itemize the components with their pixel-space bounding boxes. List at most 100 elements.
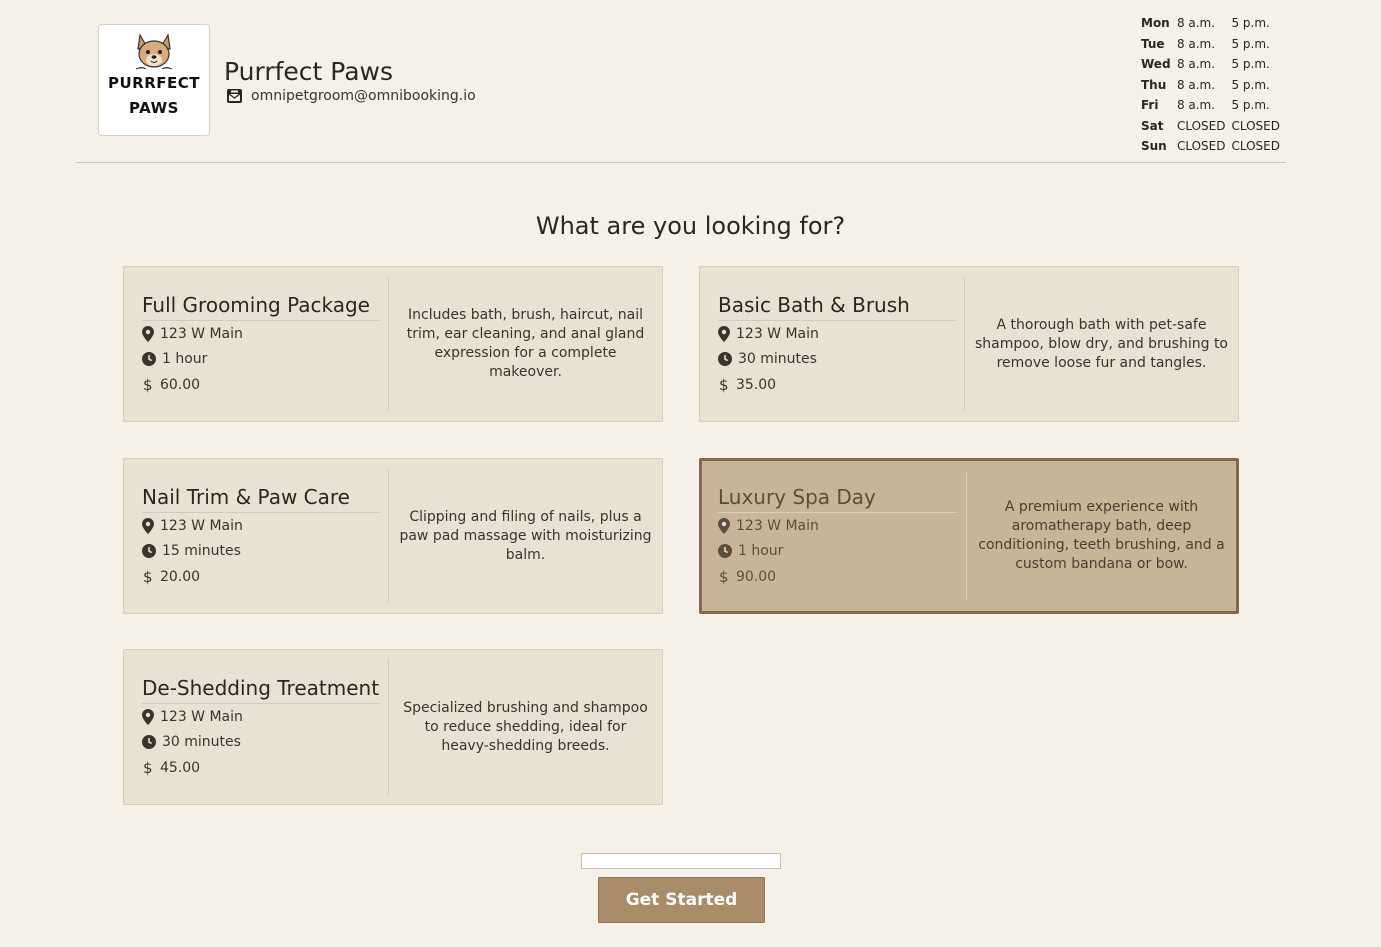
- service-location: 123 W Main: [142, 704, 388, 730]
- service-description: Specialized brushing and shampoo to redu…: [403, 699, 648, 754]
- hours-close: 5 p.m.: [1231, 77, 1270, 92]
- hours-day: Sun: [1141, 139, 1167, 153]
- service-location: 123 W Main: [718, 513, 966, 539]
- hours-row: Mon 8 a.m. 5 p.m.: [1139, 13, 1286, 34]
- service-duration-text: 1 hour: [162, 351, 208, 368]
- service-description: A premium experience with aromatherapy b…: [978, 499, 1225, 572]
- service-card-info: Nail Trim & Paw Care 123 W Main 15 minutes…: [124, 469, 389, 603]
- clock-icon: [142, 735, 156, 750]
- service-duration-text: 15 minutes: [162, 543, 241, 560]
- svg-text:$: $: [143, 760, 153, 776]
- logo-text-line1: PURRFECT: [107, 74, 200, 92]
- service-location-text: 123 W Main: [160, 517, 243, 534]
- service-location: 123 W Main: [718, 321, 964, 347]
- service-card[interactable]: Nail Trim & Paw Care 123 W Main 15 minutes…: [123, 458, 663, 614]
- service-card[interactable]: Basic Bath & Brush 123 W Main 30 minutes $3…: [699, 266, 1239, 422]
- hours-open: CLOSED: [1176, 118, 1226, 133]
- service-location: 123 W Main: [142, 321, 388, 347]
- hours-row: Fri 8 a.m. 5 p.m.: [1139, 95, 1286, 116]
- svg-text:$: $: [143, 377, 153, 393]
- service-price-text: 60.00: [160, 376, 201, 393]
- service-price: $35.00: [718, 372, 964, 398]
- map-pin-icon: [142, 325, 154, 342]
- map-pin-icon: [142, 517, 154, 534]
- service-description: A thorough bath with pet-safe shampoo, b…: [975, 316, 1228, 371]
- service-card-info: Basic Bath & Brush 123 W Main 30 minutes $3…: [700, 277, 965, 411]
- map-pin-icon: [718, 325, 730, 342]
- hours-close: 5 p.m.: [1231, 98, 1270, 112]
- service-price-text: 20.00: [160, 568, 201, 585]
- service-location-text: 123 W Main: [160, 708, 243, 725]
- dollar-icon: $: [143, 377, 153, 393]
- business-hours: Mon 8 a.m. 5 p.m. Tue 8 a.m. 5 p.m. Wed 8 a.m. 5…: [1139, 13, 1286, 157]
- map-pin-icon: [718, 517, 730, 534]
- service-name: De-Shedding Treatment: [142, 676, 379, 704]
- svg-text:$: $: [143, 569, 153, 585]
- dog-logo-icon: [135, 33, 173, 70]
- service-duration-text: 1 hour: [738, 543, 784, 560]
- service-location-text: 123 W Main: [736, 517, 819, 534]
- service-card-info: De-Shedding Treatment 123 W Main 30 minute…: [124, 660, 389, 794]
- hours-open: CLOSED: [1176, 139, 1226, 153]
- service-duration: 1 hour: [142, 347, 388, 373]
- service-name: Full Grooming Package: [142, 293, 379, 321]
- service-price-text: 45.00: [160, 759, 201, 776]
- clock-icon: [142, 352, 156, 367]
- service-duration: 30 minutes: [142, 730, 388, 756]
- hours-open: 8 a.m.: [1176, 36, 1216, 51]
- envelope-icon: [227, 89, 242, 103]
- hours-day: Wed: [1141, 57, 1171, 71]
- service-duration: 15 minutes: [142, 539, 388, 565]
- service-duration: 30 minutes: [718, 347, 964, 373]
- business-name: Purrfect Paws: [224, 57, 394, 86]
- logo-text-line2: PAWS: [129, 99, 179, 117]
- service-location-text: 123 W Main: [736, 325, 819, 342]
- search-input[interactable]: [581, 853, 781, 869]
- dollar-icon: $: [719, 569, 729, 585]
- map-pin-icon: [142, 708, 154, 725]
- service-description: Includes bath, brush, haircut, nail trim…: [406, 307, 645, 380]
- service-card[interactable]: Full Grooming Package 123 W Main 1 hour $60…: [123, 266, 663, 422]
- business-email[interactable]: omnipetgroom@omnibooking.io: [251, 88, 476, 104]
- service-name: Luxury Spa Day: [718, 485, 957, 513]
- clock-icon: [718, 544, 732, 559]
- logo[interactable]: PURRFECT PAWS: [98, 24, 210, 136]
- service-card[interactable]: De-Shedding Treatment 123 W Main 30 minute…: [123, 649, 663, 805]
- hours-close: 5 p.m.: [1231, 57, 1270, 71]
- service-name: Basic Bath & Brush: [718, 293, 955, 321]
- hours-close: 5 p.m.: [1231, 36, 1270, 51]
- hours-row: Tue 8 a.m. 5 p.m.: [1139, 34, 1286, 55]
- header: PURRFECT PAWS Purrfect Paws omnipetgroom…: [76, 0, 1286, 163]
- service-card[interactable]: Luxury Spa Day 123 W Main 1 hour $90.00 A pr…: [699, 458, 1239, 614]
- hours-open: 8 a.m.: [1176, 16, 1216, 30]
- hours-day: Thu: [1141, 77, 1167, 92]
- email-row[interactable]: omnipetgroom@omnibooking.io: [226, 88, 476, 104]
- dollar-icon: $: [143, 760, 153, 776]
- service-duration: 1 hour: [718, 539, 966, 565]
- service-price: $90.00: [718, 564, 966, 590]
- service-name: Nail Trim & Paw Care: [142, 485, 379, 513]
- dollar-icon: $: [719, 377, 729, 393]
- clock-icon: [718, 352, 732, 367]
- page-title: What are you looking for?: [535, 212, 846, 240]
- service-location: 123 W Main: [142, 513, 388, 539]
- hours-day: Sat: [1141, 118, 1164, 133]
- service-price: $60.00: [142, 372, 388, 398]
- hours-day: Fri: [1141, 98, 1159, 112]
- service-duration-text: 30 minutes: [162, 734, 241, 751]
- service-price: $20.00: [142, 564, 388, 590]
- get-started-button[interactable]: Get Started: [598, 877, 765, 923]
- service-card-info: Full Grooming Package 123 W Main 1 hour $60…: [124, 277, 389, 411]
- svg-text:$: $: [719, 569, 729, 585]
- hours-row: Thu 8 a.m. 5 p.m.: [1139, 75, 1286, 96]
- hours-close: CLOSED: [1231, 118, 1280, 133]
- hours-day: Tue: [1141, 36, 1165, 51]
- hours-close: 5 p.m.: [1231, 16, 1270, 30]
- hours-day: Mon: [1141, 16, 1170, 30]
- hours-row: Sat CLOSED CLOSED: [1139, 116, 1286, 137]
- service-price: $45.00: [142, 755, 388, 781]
- service-card-info: Luxury Spa Day 123 W Main 1 hour $90.00: [702, 471, 967, 601]
- service-location-text: 123 W Main: [160, 325, 243, 342]
- hours-row: Sun CLOSED CLOSED: [1139, 136, 1286, 157]
- clock-icon: [142, 544, 156, 559]
